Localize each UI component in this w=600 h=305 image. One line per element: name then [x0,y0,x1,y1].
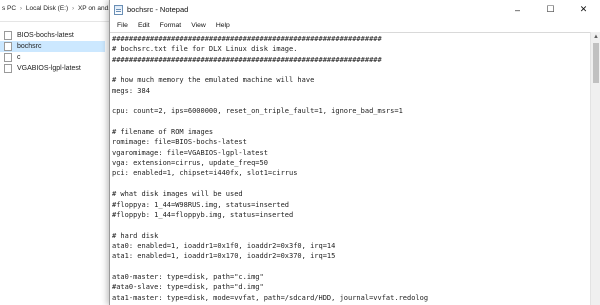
text-line: #floppyb: 1_44=floppyb.img, status=inser… [112,210,294,219]
window-controls: – ☐ ✕ [501,0,600,19]
close-button[interactable]: ✕ [567,0,600,19]
file-icon [4,31,12,40]
breadcrumb-separator-icon: › [19,5,23,12]
file-name: VGABIOS-lgpl-latest [17,65,81,72]
file-icon [4,42,12,51]
text-line [112,262,590,272]
file-name: bochsrc [17,43,42,50]
menu-file[interactable]: File [112,22,133,29]
text-line: #floppya: 1_44=W98RUS.img, status=insert… [112,200,290,209]
text-line: # what disk images will be used [112,190,243,199]
menu-view[interactable]: View [186,22,211,29]
text-line: ata0-master: type=disk, path="c.img" [112,272,264,281]
file-list: BIOS-bochs-latest bochsrc c VGABIOS-lgpl… [0,30,105,74]
text-line: ata1: enabled=1, ioaddr1=0x170, ioaddr2=… [112,252,336,261]
scroll-thumb[interactable] [593,43,599,83]
menu-bar: File Edit Format View Help [110,19,600,32]
file-icon [4,64,12,73]
text-line: ########################################… [112,55,382,64]
breadcrumb-item[interactable]: Local Disk (E:) [26,5,68,12]
text-line: #ata0-slave: type=disk, path="d.img" [112,283,264,292]
title-bar[interactable]: bochsrc - Notepad – ☐ ✕ [110,0,600,19]
minimize-button[interactable]: – [501,0,534,19]
text-line: cpu: count=2, ips=6000000, reset_on_trip… [112,107,403,116]
text-line: ata1-master: type=disk, mode=vvfat, path… [112,293,429,302]
text-line: # how much memory the emulated machine w… [112,76,315,85]
menu-help[interactable]: Help [211,22,235,29]
text-line: vga: extension=cirrus, update_freq=50 [112,159,268,168]
notepad-window: bochsrc - Notepad – ☐ ✕ File Edit Format… [109,0,600,305]
breadcrumb-item[interactable]: s PC [2,5,16,12]
text-line [112,179,590,189]
notepad-icon [114,4,123,15]
text-line: # filename of ROM images [112,128,214,137]
file-name: c [17,54,21,61]
menu-edit[interactable]: Edit [133,22,155,29]
maximize-button[interactable]: ☐ [534,0,567,19]
text-line [112,220,590,230]
file-item-bios[interactable]: BIOS-bochs-latest [0,30,105,41]
text-line: ata0: enabled=1, ioaddr1=0x1f0, ioaddr2=… [112,241,336,250]
file-item-vgabios[interactable]: VGABIOS-lgpl-latest [0,63,105,74]
text-line: # hard disk [112,231,159,240]
address-bar[interactable]: s PC › Local Disk (E:) › XP on and... [0,0,120,22]
text-line [112,65,590,75]
text-line: pci: enabled=1, chipset=i440fx, slot1=ci… [112,169,298,178]
file-item-bochsrc[interactable]: bochsrc [0,41,105,52]
file-item-c[interactable]: c [0,52,105,63]
text-line: romimage: file=BIOS-bochs-latest [112,138,247,147]
text-line [112,117,590,127]
file-icon [4,53,12,62]
menu-format[interactable]: Format [155,22,187,29]
text-line: vgaromimage: file=VGABIOS-lgpl-latest [112,148,268,157]
text-line: ########################################… [112,35,382,43]
text-line [112,96,590,106]
text-line: megs: 384 [112,86,150,95]
breadcrumb-separator-icon: › [71,5,75,12]
vertical-scrollbar[interactable]: ▲ [590,32,600,305]
scroll-up-arrow-icon[interactable]: ▲ [591,32,600,42]
text-editor-area[interactable]: ########################################… [110,32,590,305]
text-line: # bochsrc.txt file for DLX Linux disk im… [112,45,298,54]
window-title: bochsrc - Notepad [127,5,189,14]
file-name: BIOS-bochs-latest [17,32,74,39]
